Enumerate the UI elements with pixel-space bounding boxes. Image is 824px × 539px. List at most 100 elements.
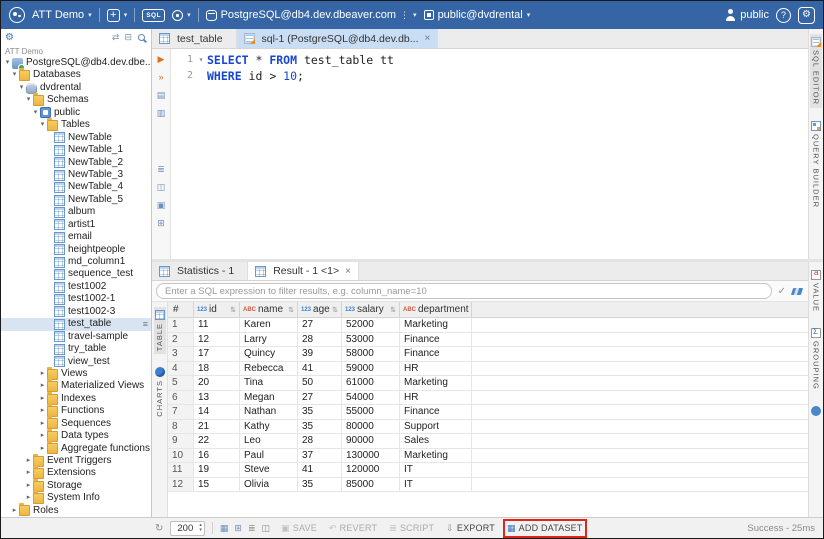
close-icon[interactable]: × — [345, 266, 351, 277]
query-builder-tab[interactable]: QUERY BUILDER — [810, 118, 822, 211]
cell-age[interactable]: 28 — [298, 434, 342, 448]
tree-item[interactable]: Data types — [1, 430, 151, 442]
expand-arrow-icon[interactable] — [10, 505, 19, 517]
Steve[interactable]: 11 19 Steve 41 120000 IT — [168, 463, 808, 478]
link-with-editor-icon[interactable]: ⇄ — [112, 33, 120, 42]
tree-item[interactable]: view_test — [1, 356, 151, 368]
cell-department[interactable]: HR — [400, 391, 472, 405]
Karen[interactable]: 1 11 Karen 27 52000 Marketing — [168, 318, 808, 333]
tree-item[interactable]: NewTable_4 — [1, 181, 151, 193]
cell-age[interactable]: 41 — [298, 362, 342, 376]
tree-item[interactable]: dvdrental — [1, 82, 151, 94]
column-header[interactable]: ABC name ⇅ — [240, 302, 298, 317]
filter-input[interactable]: Enter a SQL expression to filter results… — [156, 283, 772, 299]
cell-salary[interactable]: 58000 — [342, 347, 400, 361]
fold-arrow-icon[interactable]: ▾ — [195, 52, 207, 68]
tree-item[interactable]: try_table — [1, 343, 151, 355]
cell-id[interactable]: 14 — [194, 405, 240, 419]
cell-salary[interactable]: 80000 — [342, 420, 400, 434]
cell-salary[interactable]: 90000 — [342, 434, 400, 448]
tree-item[interactable]: heightpeople — [1, 244, 151, 256]
column-header[interactable]: 123 salary ⇅ — [342, 302, 400, 317]
expand-arrow-icon[interactable] — [24, 467, 33, 479]
cell-id[interactable]: 12 — [194, 333, 240, 347]
cell-age[interactable]: 28 — [298, 333, 342, 347]
Larry[interactable]: 2 12 Larry 28 53000 Finance — [168, 333, 808, 348]
tree-item[interactable]: Indexes — [1, 393, 151, 405]
expand-arrow-icon[interactable] — [38, 380, 47, 392]
expand-arrow-icon[interactable] — [3, 57, 12, 69]
cell-name[interactable]: Quincy — [240, 347, 298, 361]
format-sql-icon[interactable]: ≣ — [157, 164, 165, 174]
cell-id[interactable]: 22 — [194, 434, 240, 448]
cell-department[interactable]: Support — [400, 420, 472, 434]
cell-age[interactable]: 27 — [298, 391, 342, 405]
cell-salary[interactable]: 52000 — [342, 318, 400, 332]
charts-view-tab[interactable]: CHARTS — [154, 364, 166, 420]
script-button[interactable]: ≣ SCRIPT — [389, 523, 434, 534]
column-header[interactable]: 123 id ⇅ — [194, 302, 240, 317]
cell-age[interactable]: 35 — [298, 420, 342, 434]
cell-name[interactable]: Megan — [240, 391, 298, 405]
code-line[interactable]: 2WHERE id > 10; — [171, 68, 808, 84]
expand-arrow-icon[interactable] — [24, 492, 33, 504]
tree-item[interactable]: md_column1 — [1, 256, 151, 268]
cell-salary[interactable]: 85000 — [342, 478, 400, 492]
Olivia[interactable]: 12 15 Olivia 35 85000 IT — [168, 478, 808, 493]
cell-id[interactable]: 20 — [194, 376, 240, 390]
tree-item[interactable]: Functions — [1, 405, 151, 417]
cell-department[interactable]: HR — [400, 362, 472, 376]
expand-arrow-icon[interactable] — [38, 368, 47, 380]
fetch-size-stepper[interactable]: 200 ▴▾ — [170, 521, 205, 536]
search-icon[interactable] — [137, 33, 147, 43]
tree-item[interactable]: public — [1, 107, 151, 119]
grouping-panel-tab[interactable]: GROUPING — [810, 325, 822, 393]
tree-item[interactable]: travel-sample — [1, 331, 151, 343]
cell-id[interactable]: 11 — [194, 318, 240, 332]
collapse-all-icon[interactable]: ⊟ — [124, 33, 132, 42]
tab-result-1[interactable]: Result - 1 <1> × — [248, 262, 359, 280]
sort-icon[interactable]: ⇅ — [230, 306, 236, 314]
cell-name[interactable]: Rebecca — [240, 362, 298, 376]
tree-item[interactable]: Extensions — [1, 467, 151, 479]
new-connection-button[interactable]: + ▾ — [107, 9, 128, 22]
cell-age[interactable]: 41 — [298, 463, 342, 477]
tab-sql-1[interactable]: sql-1 (PostgreSQL@db4.dev.db... × — [237, 29, 439, 48]
stepper-arrows-icon[interactable]: ▴▾ — [199, 523, 202, 533]
value-panel-tab[interactable]: VALUE — [810, 267, 822, 315]
cell-id[interactable]: 15 — [194, 478, 240, 492]
tree-item[interactable]: Materialized Views — [1, 380, 151, 392]
execute-script-icon[interactable]: » — [158, 72, 163, 82]
tree-item[interactable]: test1002-3 — [1, 306, 151, 318]
user-menu[interactable]: public — [724, 9, 769, 21]
Quincy[interactable]: 3 17 Quincy 39 58000 Finance — [168, 347, 808, 362]
code-line[interactable]: 1▾SELECT * FROM test_table tt — [171, 52, 808, 68]
cell-department[interactable]: Marketing — [400, 449, 472, 463]
tree-item[interactable]: Storage — [1, 480, 151, 492]
tree-item[interactable]: NewTable_3 — [1, 169, 151, 181]
cell-name[interactable]: Nathan — [240, 405, 298, 419]
apply-filter-icon[interactable]: ✓ — [778, 286, 786, 297]
expand-arrow-icon[interactable] — [17, 82, 26, 94]
tree-item[interactable]: test1002 — [1, 281, 151, 293]
export-button[interactable]: ⇩ EXPORT — [446, 523, 495, 534]
tree-item[interactable]: NewTable — [1, 132, 151, 144]
tab-statistics-1[interactable]: Statistics - 1 — [152, 262, 248, 280]
clear-filter-icon[interactable] — [791, 288, 803, 295]
sort-icon[interactable]: ⇅ — [471, 306, 472, 314]
tree-item[interactable]: NewTable_2 — [1, 157, 151, 169]
panels-toggle-icon[interactable]: ◫ — [262, 523, 271, 534]
expand-arrow-icon[interactable] — [24, 480, 33, 492]
Tina[interactable]: 5 20 Tina 50 61000 Marketing — [168, 376, 808, 391]
cell-salary[interactable]: 55000 — [342, 405, 400, 419]
templates-icon[interactable]: ⊞ — [157, 218, 165, 228]
Rebecca[interactable]: 4 18 Rebecca 41 59000 HR — [168, 362, 808, 377]
cell-department[interactable]: Finance — [400, 347, 472, 361]
tab-test-table[interactable]: test_table — [152, 29, 237, 48]
connection-selector[interactable]: PostgreSQL@db4.dev.dbeaver.com ⋮ ▾ — [206, 9, 417, 21]
cell-age[interactable]: 35 — [298, 478, 342, 492]
cell-age[interactable]: 37 — [298, 449, 342, 463]
Megan[interactable]: 6 13 Megan 27 54000 HR — [168, 391, 808, 406]
cell-salary[interactable]: 130000 — [342, 449, 400, 463]
fold-arrow-icon[interactable] — [195, 68, 207, 84]
